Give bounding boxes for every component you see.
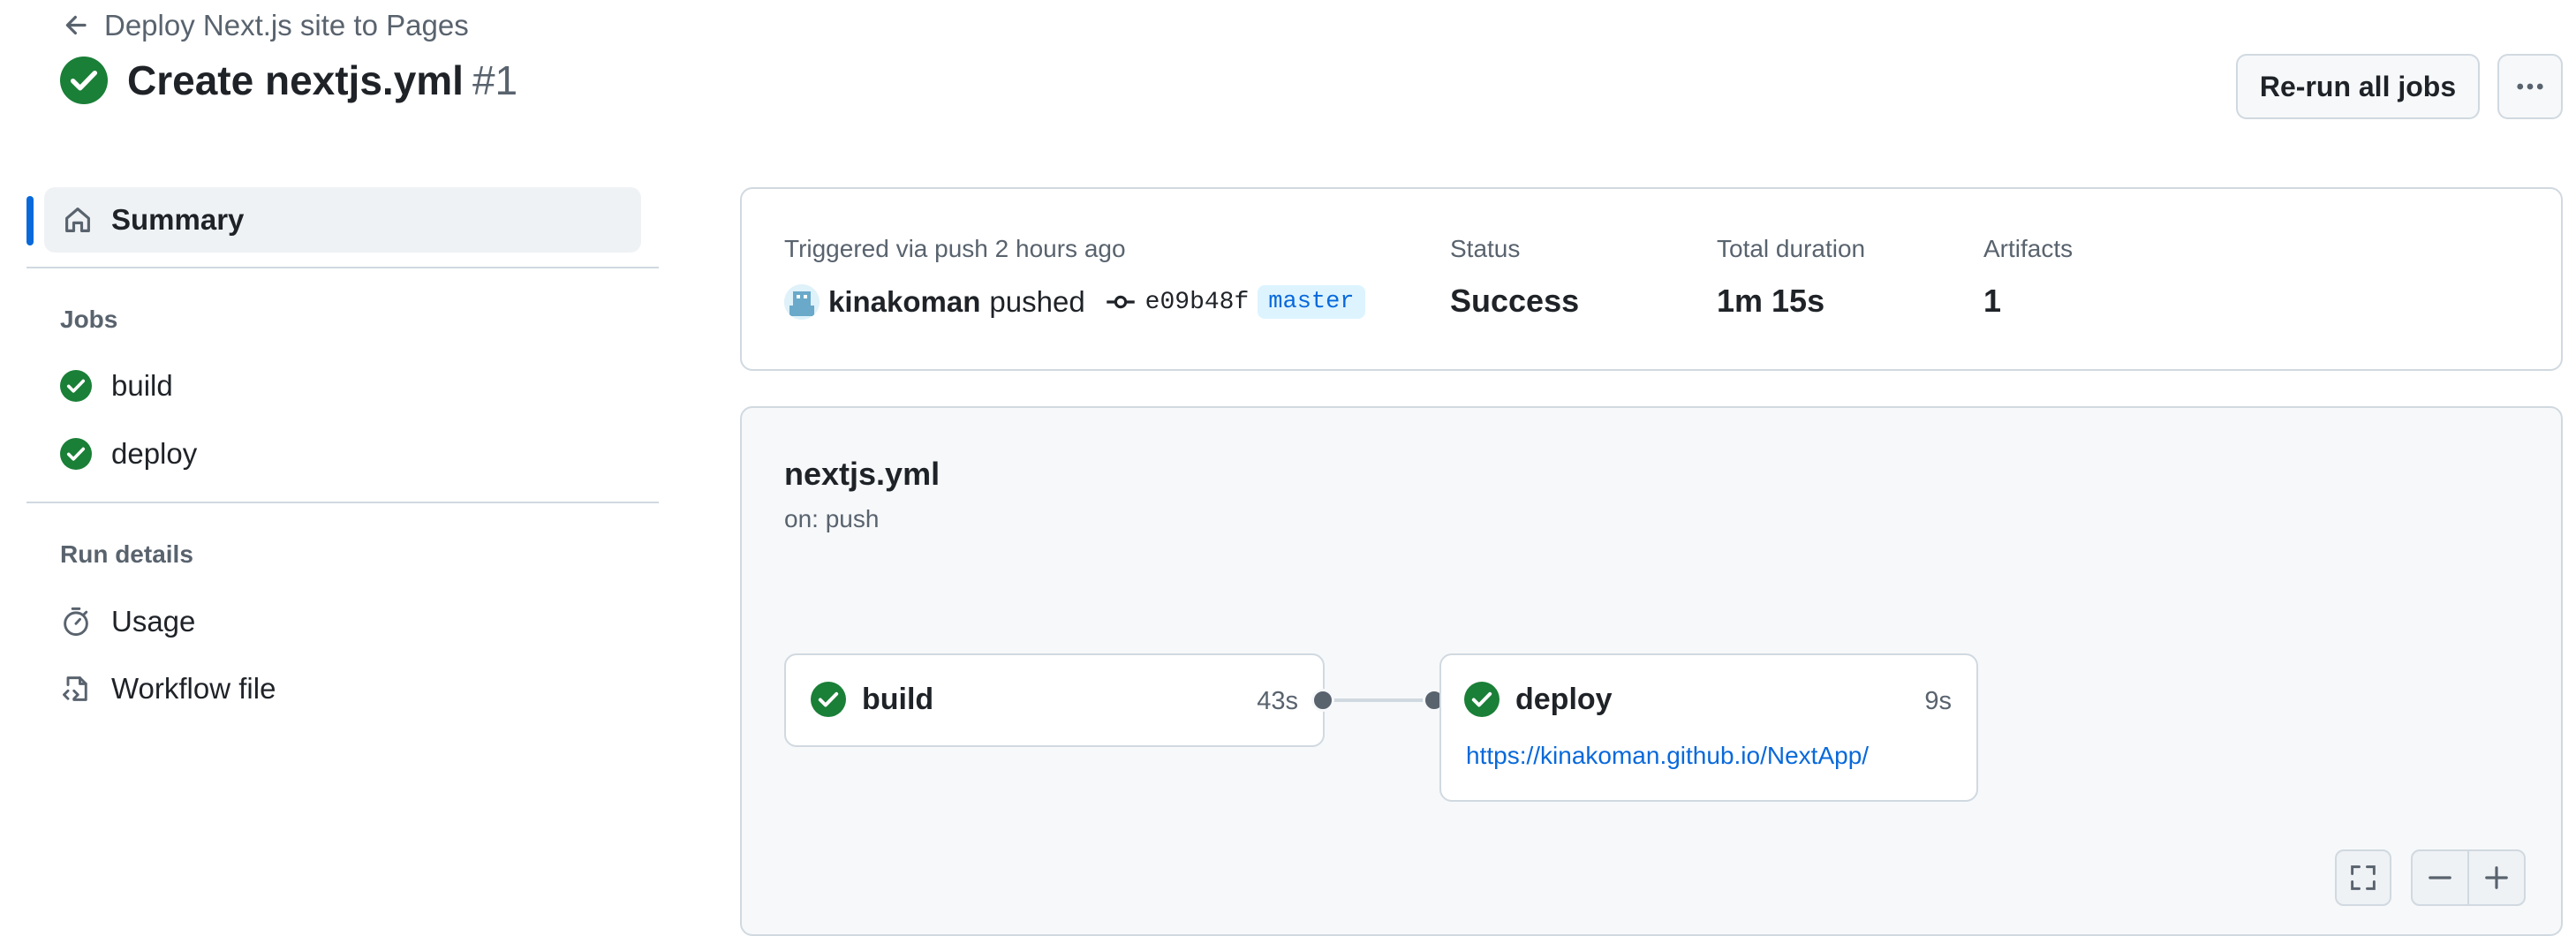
- screen-full-icon: [2351, 865, 2376, 890]
- avatar[interactable]: [784, 284, 820, 320]
- run-number: #1: [472, 57, 518, 103]
- back-link[interactable]: Deploy Next.js site to Pages: [62, 9, 469, 42]
- back-link-label: Deploy Next.js site to Pages: [104, 9, 469, 42]
- job-card-build[interactable]: build 43s: [784, 653, 1325, 747]
- success-check-icon: [60, 370, 92, 402]
- sidebar-item-label: Workflow file: [111, 672, 276, 705]
- kebab-horizontal-icon: [2517, 83, 2543, 90]
- sidebar-item-label: deploy: [111, 437, 198, 470]
- more-options-button[interactable]: [2497, 54, 2563, 119]
- workflow-trigger: on: push: [784, 505, 880, 532]
- rerun-all-jobs-button[interactable]: Re-run all jobs: [2236, 54, 2480, 119]
- job-card-deploy[interactable]: deploy 9s https://kinakoman.github.io/Ne…: [1439, 653, 1978, 802]
- sidebar-item-usage[interactable]: Usage: [60, 605, 195, 638]
- git-commit-icon: [1106, 295, 1135, 309]
- sidebar-item-workflow-file[interactable]: Workflow file: [60, 672, 276, 706]
- active-indicator: [26, 196, 34, 245]
- success-check-icon: [811, 682, 846, 717]
- stopwatch-icon: [64, 607, 88, 637]
- commit-sha-link[interactable]: e09b48f: [1145, 289, 1250, 316]
- status-value: Success: [1450, 283, 1580, 319]
- plus-icon: [2485, 866, 2508, 889]
- file-code-icon: [63, 676, 87, 701]
- fullscreen-button[interactable]: [2335, 849, 2391, 906]
- zoom-controls: [2411, 849, 2526, 906]
- duration-label: Total duration: [1717, 235, 1866, 262]
- jobs-heading: Jobs: [60, 306, 118, 333]
- connector-dot: [1311, 689, 1334, 712]
- sidebar-item-label: Summary: [111, 203, 245, 236]
- user-link[interactable]: kinakoman: [828, 285, 980, 319]
- success-check-icon: [1464, 682, 1500, 717]
- sidebar-item-label: build: [111, 369, 173, 402]
- triggered-text: Triggered via push 2 hours ago: [784, 235, 1126, 262]
- job-duration: 43s: [1257, 687, 1298, 715]
- zoom-out-button[interactable]: [2413, 851, 2469, 904]
- success-check-icon: [60, 438, 92, 470]
- workflow-file-name: nextjs.yml: [784, 456, 941, 492]
- branch-badge[interactable]: master: [1258, 285, 1365, 319]
- job-header: deploy: [1464, 682, 1613, 717]
- deployment-url-link[interactable]: https://kinakoman.github.io/NextApp/: [1466, 742, 1869, 770]
- sidebar-job-deploy[interactable]: deploy: [60, 437, 197, 471]
- artifacts-value[interactable]: 1: [1983, 283, 2001, 320]
- run-details-heading: Run details: [60, 540, 193, 568]
- arrow-left-icon: [65, 15, 87, 35]
- sidebar-item-label: Usage: [111, 605, 196, 638]
- job-name: deploy: [1515, 682, 1613, 716]
- job-name: build: [862, 682, 934, 716]
- user-avatar-icon: [784, 284, 820, 320]
- commit-info: kinakoman pushed e09b48f master: [784, 284, 1365, 320]
- job-duration: 9s: [1924, 687, 1952, 715]
- run-summary-card: Triggered via push 2 hours ago kinakoman…: [740, 187, 2563, 371]
- push-action: pushed: [989, 285, 1085, 318]
- duration-value: 1m 15s: [1717, 283, 1825, 319]
- zoom-in-button[interactable]: [2469, 851, 2524, 904]
- sidebar-item-summary[interactable]: Summary: [44, 187, 641, 253]
- home-icon: [65, 208, 90, 232]
- job-header: build: [811, 682, 933, 717]
- job-connector: [1325, 698, 1436, 702]
- page-title: Create nextjs.yml #1: [60, 57, 517, 104]
- success-check-icon: [60, 57, 108, 104]
- artifacts-label: Artifacts: [1983, 235, 2074, 262]
- run-title: Create nextjs.yml: [127, 57, 464, 103]
- status-label: Status: [1450, 235, 1521, 262]
- divider: [26, 502, 659, 503]
- minus-icon: [2429, 876, 2451, 879]
- sidebar-job-build[interactable]: build: [60, 369, 173, 403]
- divider: [26, 267, 659, 268]
- workflow-graph: nextjs.yml on: push build 43s deploy 9s …: [740, 406, 2563, 936]
